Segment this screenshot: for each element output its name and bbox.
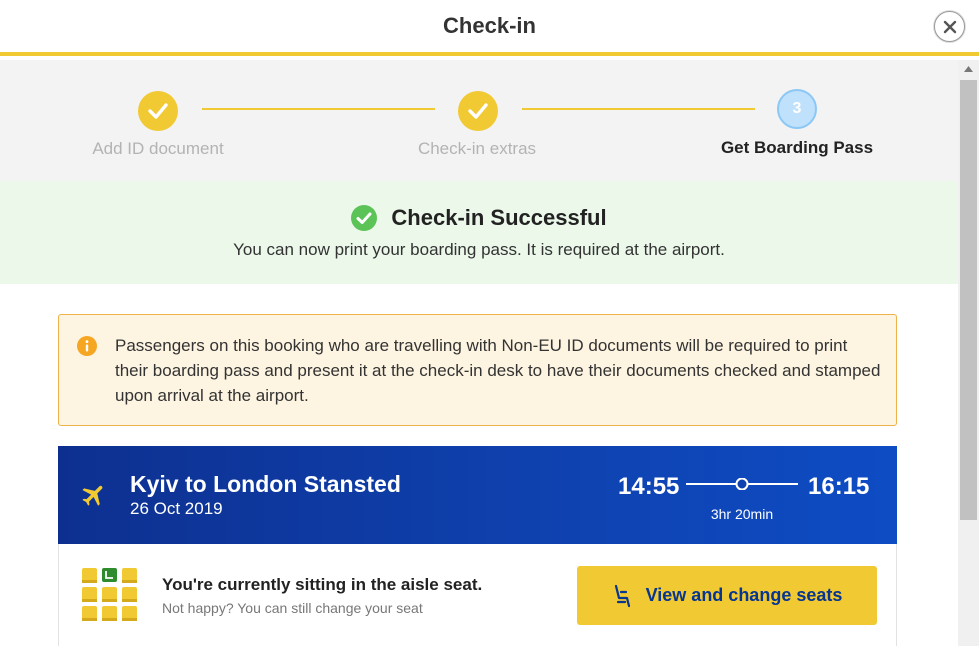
flight-date: 26 Oct 2019 (130, 499, 223, 518)
step-2-label: Check-in extras (417, 139, 537, 158)
arrival-time: 16:15 (808, 473, 870, 500)
flight-duration: 3hr 20min (710, 506, 774, 522)
seat-status-subtitle: Not happy? You can still change your sea… (162, 600, 423, 616)
non-eu-notice: Passengers on this booking who are trave… (58, 314, 897, 426)
view-change-seats-button[interactable]: View and change seats (577, 566, 877, 625)
vertical-scrollbar[interactable] (958, 60, 979, 646)
success-title: Check-in Successful (391, 205, 607, 230)
step-connector (202, 108, 435, 110)
plane-icon (82, 485, 103, 506)
seat-info: You're currently sitting in the aisle se… (58, 544, 897, 646)
step-connector (522, 108, 755, 110)
view-change-seats-label: View and change seats (645, 585, 843, 605)
seat-icon (614, 584, 630, 607)
check-icon (148, 103, 168, 119)
step-3-label: Get Boarding Pass (720, 138, 874, 157)
notice-text: Passengers on this booking who are trave… (115, 336, 881, 405)
seat-map-icon (82, 568, 137, 621)
departure-time: 14:55 (618, 473, 680, 500)
scroll-up-icon (964, 66, 973, 72)
checkin-content: 3 Add ID document Check-in extras Get Bo… (0, 60, 958, 646)
close-button[interactable] (934, 11, 965, 42)
flight-route: Kyiv to London Stansted (130, 471, 401, 497)
step-2-indicator (458, 91, 498, 131)
flight-timeline (686, 478, 798, 490)
scroll-up-arrow[interactable] (958, 60, 979, 78)
modal-header: Check-in (0, 0, 979, 56)
progress-stepper: 3 Add ID document Check-in extras Get Bo… (0, 60, 958, 181)
check-icon (468, 103, 488, 119)
close-icon (943, 20, 956, 33)
step-3-indicator: 3 (777, 89, 817, 129)
seat-status-title: You're currently sitting in the aisle se… (162, 575, 483, 594)
step-1-label: Add ID document (92, 139, 224, 158)
info-icon (77, 336, 97, 356)
success-check-icon (351, 205, 378, 231)
success-banner: Check-in Successful You can now print yo… (0, 181, 958, 284)
success-subtitle: You can now print your boarding pass. It… (233, 240, 725, 259)
scrollbar-thumb[interactable] (960, 80, 977, 520)
modal-title: Check-in (443, 13, 536, 38)
flight-card: Kyiv to London Stansted 26 Oct 2019 14:5… (58, 446, 897, 544)
step-1-indicator (138, 91, 178, 131)
